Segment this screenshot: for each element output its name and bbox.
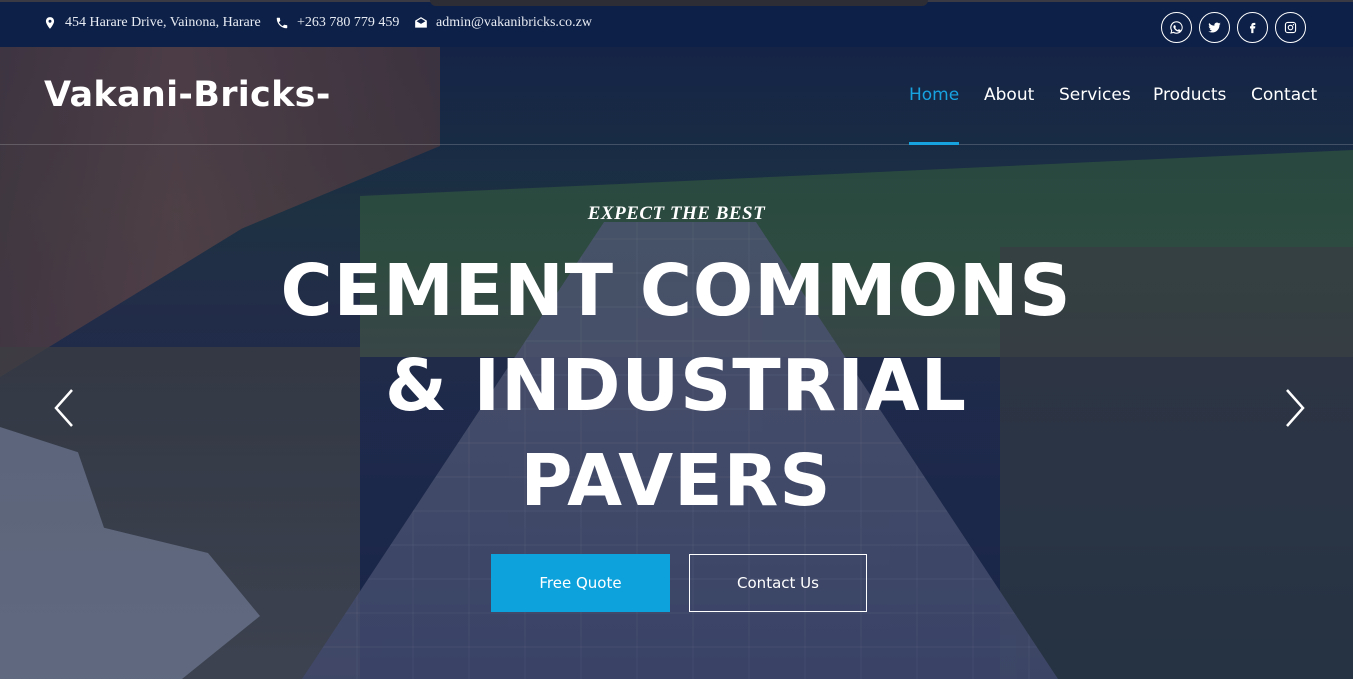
phone-text: +263 780 779 459 bbox=[297, 15, 400, 30]
active-nav-indicator bbox=[909, 142, 959, 145]
address-text: 454 Harare Drive, Vainona, Harare bbox=[65, 15, 261, 30]
nav-about[interactable]: About bbox=[984, 85, 1034, 105]
hero-headline: CEMENT COMMONS & INDUSTRIAL PAVERS bbox=[176, 243, 1176, 528]
instagram-icon bbox=[1284, 21, 1297, 34]
twitter-link[interactable] bbox=[1199, 12, 1230, 43]
envelope-open-icon bbox=[415, 17, 427, 28]
email-item[interactable]: admin@vakanibricks.co.zw bbox=[414, 15, 592, 31]
whatsapp-link[interactable] bbox=[1161, 12, 1192, 43]
facebook-link[interactable] bbox=[1237, 12, 1268, 43]
site-logo[interactable]: Vakani-Bricks- bbox=[44, 75, 331, 115]
map-pin-icon bbox=[45, 17, 55, 29]
whatsapp-icon bbox=[1170, 21, 1183, 34]
email-text: admin@vakanibricks.co.zw bbox=[436, 15, 592, 30]
phone-icon bbox=[276, 17, 288, 29]
headline-line-1: CEMENT COMMONS bbox=[280, 249, 1072, 332]
nav-home[interactable]: Home bbox=[909, 85, 959, 105]
headline-line-3: PAVERS bbox=[520, 439, 832, 522]
nav-contact[interactable]: Contact bbox=[1251, 85, 1317, 105]
facebook-icon bbox=[1250, 22, 1256, 34]
twitter-icon bbox=[1208, 22, 1221, 33]
carousel-next-button[interactable] bbox=[1280, 385, 1310, 431]
contact-us-button[interactable]: Contact Us bbox=[689, 554, 867, 612]
carousel-prev-button[interactable] bbox=[49, 385, 79, 431]
browser-tab-edge bbox=[430, 0, 928, 6]
phone-item[interactable]: +263 780 779 459 bbox=[275, 15, 399, 31]
chevron-right-icon bbox=[1286, 389, 1305, 427]
chevron-left-icon bbox=[54, 389, 73, 427]
instagram-link[interactable] bbox=[1275, 12, 1306, 43]
hero-carousel: Vakani-Bricks- Home About Services Produ… bbox=[0, 47, 1353, 679]
nav-products[interactable]: Products bbox=[1153, 85, 1226, 105]
free-quote-button[interactable]: Free Quote bbox=[491, 554, 670, 612]
address-item: 454 Harare Drive, Vainona, Harare bbox=[43, 15, 261, 31]
header-divider bbox=[0, 144, 1353, 145]
headline-line-2: & INDUSTRIAL bbox=[385, 344, 967, 427]
hero-eyebrow: EXPECT THE BEST bbox=[587, 203, 766, 224]
top-contact-bar: 454 Harare Drive, Vainona, Harare +263 7… bbox=[0, 0, 1353, 47]
nav-services[interactable]: Services bbox=[1059, 85, 1131, 105]
